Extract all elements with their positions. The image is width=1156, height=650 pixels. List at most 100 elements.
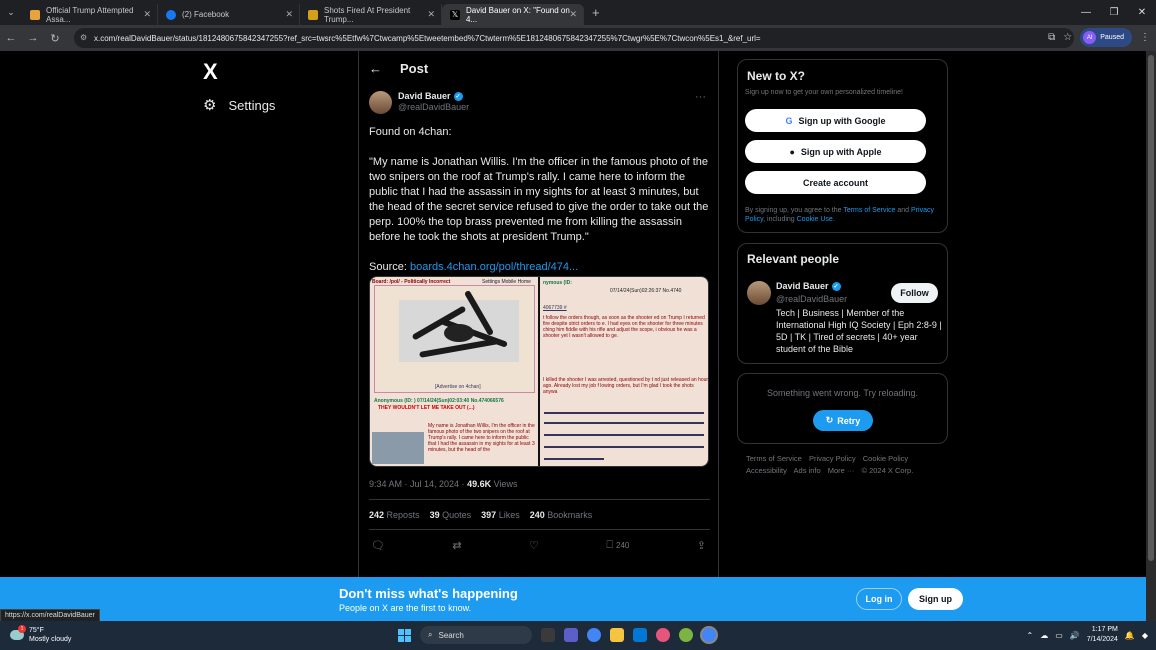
close-icon[interactable]: ✕	[569, 9, 577, 20]
restore-icon[interactable]: ❐	[1100, 0, 1128, 25]
music-icon[interactable]	[656, 628, 670, 642]
more-options-icon[interactable]: ···	[695, 91, 706, 103]
mail-icon[interactable]	[633, 628, 647, 642]
search-icon: ⌕	[428, 630, 433, 639]
bookmark-icon: ⎕	[606, 539, 613, 551]
footer-cookie-link[interactable]: Cookie Policy	[863, 454, 908, 463]
bookmark-button[interactable]: ⎕ 240	[606, 539, 629, 552]
reload-icon[interactable]: ↻	[44, 32, 66, 45]
clock[interactable]: 1:17 PM 7/14/2024	[1087, 625, 1118, 645]
profile-status: Paused	[1100, 34, 1124, 41]
chan-red-title: THEY WOULDN'T LET ME TAKE OUT (...)	[378, 405, 475, 411]
source-label: Source:	[369, 261, 407, 273]
tweet-text: Found on 4chan: "My name is Jonathan Wil…	[369, 125, 713, 290]
person-name[interactable]: David Bauer	[776, 281, 829, 291]
install-app-icon[interactable]: ⧉	[1048, 32, 1055, 43]
footer-accessibility-link[interactable]: Accessibility	[746, 466, 787, 475]
author-handle[interactable]: @realDavidBauer	[398, 102, 469, 112]
signup-button[interactable]: Sign up	[908, 588, 963, 610]
close-icon[interactable]: ✕	[143, 9, 151, 20]
menu-icon[interactable]: ⋮	[1140, 32, 1150, 43]
onedrive-icon[interactable]: ☁	[1040, 631, 1048, 640]
repost-icon[interactable]: ⇄	[452, 539, 461, 552]
settings-label: Settings	[228, 97, 276, 113]
tab-david-bauer[interactable]: 𝕏 David Bauer on X: "Found on 4... ✕	[442, 4, 584, 25]
post-author[interactable]: David Bauer ✓ @realDavidBauer	[369, 91, 469, 114]
back-arrow-icon[interactable]: ←	[369, 61, 382, 76]
google-signup-button[interactable]: G Sign up with Google	[745, 109, 926, 132]
back-icon[interactable]: ←	[0, 32, 22, 44]
minimize-icon[interactable]: —	[1072, 0, 1100, 25]
footer-more-link[interactable]: More ···	[828, 466, 855, 475]
like-icon[interactable]: ♡	[529, 539, 539, 552]
error-message: Something went wrong. Try reloading.	[766, 388, 919, 398]
avatar[interactable]	[747, 281, 771, 305]
app-w-icon[interactable]	[679, 628, 693, 642]
quotes-stat[interactable]: 39 Quotes	[430, 510, 472, 520]
copilot-icon[interactable]: ◆	[1142, 631, 1148, 640]
cookie-link[interactable]: Cookie Use.	[797, 216, 835, 223]
footer-ads-link[interactable]: Ads info	[794, 466, 821, 475]
views-label: Views	[491, 479, 518, 489]
divider	[369, 529, 710, 530]
scrollbar-thumb[interactable]	[1148, 55, 1154, 561]
tab-search-icon[interactable]: ⌄	[0, 7, 22, 18]
new-tab-icon[interactable]: +	[592, 5, 600, 20]
settings-link[interactable]: ⚙ Settings	[203, 96, 275, 114]
bookmark-star-icon[interactable]: ☆	[1063, 32, 1072, 43]
taskbar-search[interactable]: ⌕ Search	[420, 626, 532, 644]
profile-button[interactable]: AI Paused	[1080, 28, 1132, 47]
likes-stat[interactable]: 397 Likes	[481, 510, 520, 520]
author-name[interactable]: David Bauer	[398, 91, 451, 101]
task-view-icon[interactable]	[541, 628, 555, 642]
chan-left-text: My name is Jonathan Willis, I'm the offi…	[428, 423, 535, 453]
apple-signup-button[interactable]: ● Sign up with Apple	[745, 140, 926, 163]
file-explorer-icon[interactable]	[610, 628, 624, 642]
weather-widget[interactable]: 1 75°F Mostly cloudy	[10, 625, 71, 644]
avatar[interactable]	[369, 91, 392, 114]
retry-button[interactable]: ↻ Retry	[813, 410, 873, 431]
site-info-icon[interactable]: ⚙	[80, 33, 87, 42]
chrome-icon[interactable]	[587, 628, 601, 642]
notification-bell-icon[interactable]: 🔔	[1125, 631, 1135, 640]
error-card: Something went wrong. Try reloading. ↻ R…	[737, 373, 948, 444]
refresh-icon: ↻	[825, 415, 834, 425]
close-window-icon[interactable]: ✕	[1128, 0, 1156, 25]
chevron-up-icon[interactable]: ⌃	[1026, 631, 1033, 640]
source-link[interactable]: boards.4chan.org/pol/thread/474...	[410, 261, 578, 273]
bookmarks-stat[interactable]: 240 Bookmarks	[530, 510, 593, 520]
close-icon[interactable]: ✕	[427, 9, 435, 20]
login-button[interactable]: Log in	[856, 588, 902, 610]
share-icon[interactable]: ⇪	[697, 539, 706, 552]
footer-privacy-link[interactable]: Privacy Policy	[809, 454, 856, 463]
facebook-icon	[166, 9, 176, 20]
reply-icon[interactable]: 🗨	[371, 539, 385, 552]
create-account-button[interactable]: Create account	[745, 171, 926, 194]
follow-button[interactable]: Follow	[891, 283, 938, 303]
tab-facebook[interactable]: (2) Facebook ✕	[158, 4, 300, 25]
post-actions: 🗨 ⇄ ♡ ⎕ 240 ⇪	[369, 539, 710, 552]
tab-trump-assassination[interactable]: Official Trump Attempted Assa... ✕	[22, 4, 158, 25]
tab-shots-fired[interactable]: Shots Fired At President Trump... ✕	[300, 4, 442, 25]
start-icon[interactable]	[398, 628, 411, 642]
page-scrollbar[interactable]	[1146, 51, 1156, 621]
forward-icon[interactable]: →	[22, 32, 44, 44]
footer-terms-link[interactable]: Terms of Service	[746, 454, 802, 463]
tweet-quote: "My name is Jonathan Willis. I'm the off…	[369, 156, 709, 243]
post-time[interactable]: 9:34 AM · Jul 14, 2024 ·	[369, 479, 467, 489]
x-logo-icon[interactable]: X	[203, 59, 218, 85]
teams-icon[interactable]	[564, 628, 578, 642]
url-field[interactable]: ⚙ x.com/realDavidBauer/status/1812480675…	[74, 28, 1074, 48]
terms-link[interactable]: Terms of Service	[843, 207, 895, 214]
close-icon[interactable]: ✕	[285, 9, 293, 20]
site-favicon-icon	[30, 9, 40, 20]
volume-icon[interactable]: 🔊	[1070, 631, 1080, 640]
chrome-active-icon[interactable]	[702, 628, 716, 642]
tweet-image[interactable]: Board: /pol/ - Politically Incorrect Set…	[369, 276, 709, 467]
browser-tab-bar: ⌄ Official Trump Attempted Assa... ✕ (2)…	[0, 0, 1156, 25]
reposts-stat[interactable]: 242 Reposts	[369, 510, 420, 520]
chan-anon-line: Anonymous (ID: ) 07/14/24(Sun)02:03:40 N…	[374, 398, 504, 404]
person-handle[interactable]: @realDavidBauer	[776, 294, 847, 304]
network-icon[interactable]: ▭	[1055, 631, 1063, 640]
post-timestamp: 9:34 AM · Jul 14, 2024 · 49.6K Views	[369, 479, 517, 489]
